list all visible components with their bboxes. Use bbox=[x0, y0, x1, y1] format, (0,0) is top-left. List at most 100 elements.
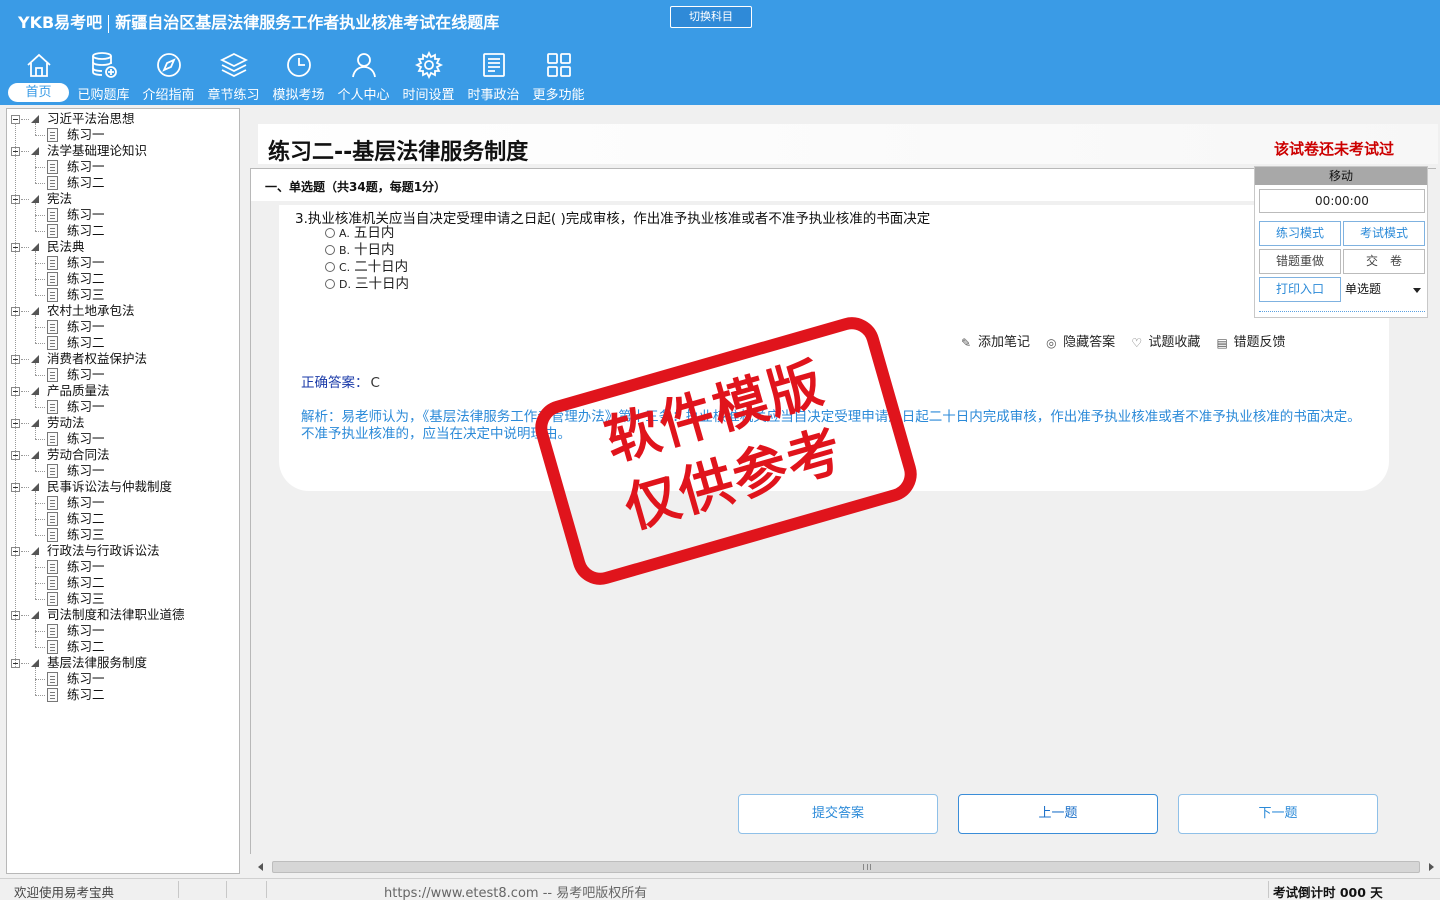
option-d[interactable]: D. 三十日内 bbox=[325, 276, 409, 293]
document-icon bbox=[47, 128, 58, 142]
document-icon bbox=[47, 336, 58, 350]
nav-more[interactable]: 更多功能 bbox=[526, 46, 591, 104]
tree-exercise[interactable]: 练习一 bbox=[7, 127, 237, 143]
nav-label: 首页 bbox=[8, 83, 69, 102]
option-b[interactable]: B. 十日内 bbox=[325, 242, 395, 259]
tree-chapter[interactable]: 产品质量法 bbox=[7, 383, 237, 399]
document-icon bbox=[47, 624, 58, 638]
tree-exercise[interactable]: 练习一 bbox=[7, 463, 237, 479]
document-icon bbox=[47, 160, 58, 174]
radio-icon[interactable] bbox=[325, 245, 335, 255]
radio-icon[interactable] bbox=[325, 228, 335, 238]
tree-exercise[interactable]: 练习三 bbox=[7, 591, 237, 607]
exam-mode-button[interactable]: 考试模式 bbox=[1343, 221, 1425, 246]
tree-exercise[interactable]: 练习二 bbox=[7, 511, 237, 527]
tree-chapter[interactable]: 行政法与行政诉讼法 bbox=[7, 543, 237, 559]
tree-exercise[interactable]: 练习一 bbox=[7, 431, 237, 447]
tree-chapter[interactable]: 劳动合同法 bbox=[7, 447, 237, 463]
folder-icon bbox=[31, 115, 39, 123]
hide-answer-button[interactable]: ◎ 隐藏答案 bbox=[1046, 331, 1115, 350]
folder-icon bbox=[31, 147, 39, 155]
tree-exercise[interactable]: 练习一 bbox=[7, 623, 237, 639]
tree-exercise[interactable]: 练习二 bbox=[7, 575, 237, 591]
nav-purchased[interactable]: 已购题库 bbox=[71, 46, 136, 104]
radio-icon[interactable] bbox=[325, 262, 335, 272]
heart-icon: ♡ bbox=[1131, 336, 1143, 350]
tree-exercise[interactable]: 练习二 bbox=[7, 335, 237, 351]
nav-home[interactable]: 首页 bbox=[6, 46, 71, 104]
submit-paper-button[interactable]: 交 卷 bbox=[1343, 249, 1425, 274]
favorite-button[interactable]: ♡ 试题收藏 bbox=[1131, 331, 1200, 350]
tree-exercise[interactable]: 练习一 bbox=[7, 671, 237, 687]
folder-icon bbox=[31, 659, 39, 667]
nav-profile[interactable]: 个人中心 bbox=[331, 46, 396, 104]
folder-icon bbox=[31, 483, 39, 491]
tree-exercise[interactable]: 练习二 bbox=[7, 223, 237, 239]
tree-exercise[interactable]: 练习一 bbox=[7, 559, 237, 575]
tree-exercise[interactable]: 练习三 bbox=[7, 287, 237, 303]
print-button[interactable]: 打印入口 bbox=[1259, 277, 1341, 302]
feedback-button[interactable]: ▤ 错题反馈 bbox=[1216, 331, 1285, 350]
tree-chapter[interactable]: 法学基础理论知识 bbox=[7, 143, 237, 159]
tree-exercise[interactable]: 练习一 bbox=[7, 159, 237, 175]
scroll-left-icon[interactable] bbox=[258, 863, 263, 871]
exam-timer: 00:00:00 bbox=[1259, 189, 1425, 213]
tree-chapter[interactable]: 司法制度和法律职业道德 bbox=[7, 607, 237, 623]
nav-label: 时间设置 bbox=[402, 88, 455, 103]
tree-exercise[interactable]: 练习一 bbox=[7, 399, 237, 415]
tree-exercise[interactable]: 练习一 bbox=[7, 255, 237, 271]
submit-answer-button[interactable]: 提交答案 bbox=[738, 794, 938, 834]
nav-time-settings[interactable]: 时间设置 bbox=[396, 46, 461, 104]
nav-current-affairs[interactable]: 时事政治 bbox=[461, 46, 526, 104]
tree-chapter[interactable]: 习近平法治思想 bbox=[7, 111, 237, 127]
nav-chapter-practice[interactable]: 章节练习 bbox=[201, 46, 266, 104]
tree-exercise[interactable]: 练习一 bbox=[7, 367, 237, 383]
option-a[interactable]: A. 五日内 bbox=[325, 225, 394, 242]
redo-wrong-button[interactable]: 错题重做 bbox=[1259, 249, 1341, 274]
option-c[interactable]: C. 二十日内 bbox=[325, 259, 408, 276]
status-bar: 欢迎使用易考宝典 https://www.etest8.com -- 易考吧版权… bbox=[0, 878, 1440, 900]
tree-exercise[interactable]: 练习二 bbox=[7, 271, 237, 287]
news-icon bbox=[482, 53, 505, 77]
tree-exercise[interactable]: 练习一 bbox=[7, 319, 237, 335]
document-icon bbox=[47, 224, 58, 238]
practice-mode-button[interactable]: 练习模式 bbox=[1259, 221, 1341, 246]
document-icon bbox=[47, 576, 58, 590]
tree-chapter[interactable]: 民事诉讼法与仲裁制度 bbox=[7, 479, 237, 495]
tree-chapter[interactable]: 民法典 bbox=[7, 239, 237, 255]
tree-chapter[interactable]: 农村土地承包法 bbox=[7, 303, 237, 319]
panel-drag-handle[interactable]: 移动 bbox=[1255, 167, 1427, 185]
panel-scrollbar[interactable] bbox=[1259, 311, 1425, 315]
prev-question-button[interactable]: 上一题 bbox=[958, 794, 1158, 834]
folder-icon bbox=[31, 387, 39, 395]
tree-exercise[interactable]: 练习二 bbox=[7, 639, 237, 655]
nav-guide[interactable]: 介绍指南 bbox=[136, 46, 201, 104]
horizontal-scrollbar[interactable] bbox=[252, 858, 1440, 876]
eye-hide-icon: ◎ bbox=[1046, 336, 1057, 350]
tree-exercise[interactable]: 练习一 bbox=[7, 495, 237, 511]
tree-exercise[interactable]: 练习三 bbox=[7, 527, 237, 543]
tree-chapter[interactable]: 宪法 bbox=[7, 191, 237, 207]
scroll-thumb[interactable] bbox=[272, 861, 1420, 873]
tree-chapter[interactable]: 基层法律服务制度 bbox=[7, 655, 237, 671]
scroll-right-icon[interactable] bbox=[1429, 863, 1434, 871]
brand-logo: YKB易考吧 bbox=[18, 13, 103, 32]
tree-exercise[interactable]: 练习二 bbox=[7, 175, 237, 191]
nav-label: 章节练习 bbox=[207, 88, 260, 103]
gear-icon bbox=[414, 50, 443, 80]
nav-mock-exam[interactable]: 模拟考场 bbox=[266, 46, 331, 104]
tree-chapter[interactable]: 消费者权益保护法 bbox=[7, 351, 237, 367]
tree-exercise[interactable]: 练习二 bbox=[7, 687, 237, 703]
radio-icon[interactable] bbox=[325, 279, 335, 289]
tree-chapter[interactable]: 劳动法 bbox=[7, 415, 237, 431]
tree-exercise[interactable]: 练习一 bbox=[7, 207, 237, 223]
question-type-select[interactable]: 单选题 bbox=[1343, 277, 1425, 302]
status-copyright: https://www.etest8.com -- 易考吧版权所有 bbox=[384, 886, 648, 900]
user-icon bbox=[351, 53, 376, 78]
document-icon bbox=[47, 176, 58, 190]
switch-subject-button[interactable]: 切换科目 bbox=[670, 6, 752, 28]
folder-icon bbox=[31, 419, 39, 427]
section-title: 一、单选题（共34题，每题1分） bbox=[265, 180, 447, 194]
add-note-button[interactable]: ✎ 添加笔记 bbox=[961, 331, 1030, 350]
next-question-button[interactable]: 下一题 bbox=[1178, 794, 1378, 834]
